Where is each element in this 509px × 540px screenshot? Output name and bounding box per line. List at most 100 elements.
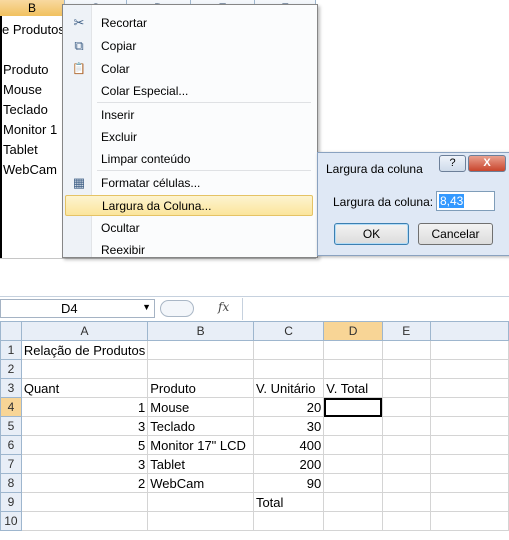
menu-item-colar[interactable]: 📋 Colar [65,59,313,80]
active-cell[interactable] [323,397,383,417]
column-header[interactable]: A [20,321,149,341]
cell[interactable] [381,416,431,436]
row-header[interactable]: 6 [0,435,22,455]
cell[interactable]: 3 [20,454,149,474]
cell[interactable]: Mouse [147,397,254,417]
cell[interactable] [381,511,431,531]
row-header[interactable]: 9 [0,492,22,512]
cell[interactable] [323,340,383,360]
row-header[interactable]: 7 [0,454,22,474]
cell[interactable] [323,416,383,436]
cell[interactable]: 2 [20,473,149,493]
column-header[interactable]: C [252,321,325,341]
cell[interactable]: 20 [252,397,325,417]
cell[interactable]: 5 [20,435,149,455]
cell[interactable]: Tablet [147,454,254,474]
column-header[interactable]: B [147,321,254,341]
cell[interactable]: 90 [252,473,325,493]
cell[interactable] [381,473,431,493]
column-header[interactable] [429,321,509,341]
cell[interactable]: Teclado [147,416,254,436]
column-header[interactable]: E [381,321,431,341]
cell-b5[interactable]: Teclado [3,101,48,119]
cell[interactable] [381,340,431,360]
cell[interactable]: 400 [252,435,325,455]
cell[interactable]: 3 [20,416,149,436]
row-header[interactable]: 2 [0,359,22,379]
help-button[interactable]: ? [439,155,466,172]
cell[interactable]: Produto [147,378,254,398]
cell[interactable]: 30 [252,416,325,436]
cell[interactable]: V. Total [323,378,383,398]
cell-b7[interactable]: Tablet [3,141,38,159]
cell[interactable] [20,511,149,531]
cell[interactable] [429,473,509,493]
cancel-button[interactable]: Cancelar [418,223,493,245]
cell[interactable]: Monitor 17" LCD [147,435,254,455]
cell[interactable] [429,359,509,379]
menu-item-reexibir[interactable]: Reexibir [65,240,313,261]
cell[interactable] [381,359,431,379]
cell[interactable] [252,340,325,360]
cell[interactable] [20,492,149,512]
column-header[interactable]: D [323,321,383,341]
cell[interactable] [20,359,149,379]
cell[interactable] [147,511,254,531]
cell-b3[interactable]: Produto [3,61,49,79]
cell[interactable] [381,435,431,455]
cell[interactable] [147,359,254,379]
row-header[interactable]: 3 [0,378,22,398]
menu-item-copiar[interactable]: ⧉ Copiar [65,36,313,57]
cell[interactable] [323,511,383,531]
row-header[interactable]: 8 [0,473,22,493]
select-all-corner[interactable] [0,321,22,341]
cell[interactable] [381,378,431,398]
row-header[interactable]: 1 [0,340,22,360]
column-width-input[interactable]: 8,43 [436,191,495,211]
chevron-down-icon[interactable]: ▼ [142,302,151,312]
cell[interactable]: WebCam [147,473,254,493]
row-header[interactable]: 4 [0,397,22,417]
row-header[interactable]: 10 [0,511,22,531]
menu-item-largura-da-coluna[interactable]: Largura da Coluna... [65,195,313,216]
cell[interactable] [147,340,254,360]
cell[interactable] [429,435,509,455]
formula-bar-expand-handle[interactable] [160,300,194,317]
cell[interactable] [429,340,509,360]
cell[interactable] [323,435,383,455]
cell-b4[interactable]: Mouse [3,81,42,99]
cell[interactable]: V. Unitário [252,378,325,398]
cell[interactable] [147,492,254,512]
cell[interactable] [252,359,325,379]
menu-item-limpar-conteudo[interactable]: Limpar conteúdo [65,149,313,170]
selected-column-b[interactable]: e Produtos Produto Mouse Teclado Monitor… [0,16,65,258]
menu-item-recortar[interactable]: ✂ Recortar [65,13,313,34]
cell[interactable] [381,454,431,474]
cell[interactable]: Relação de Produtos [20,340,149,360]
cell[interactable] [429,378,509,398]
cell[interactable] [323,492,383,512]
cell[interactable]: 200 [252,454,325,474]
cell[interactable] [429,511,509,531]
menu-item-colar-especial[interactable]: Colar Especial... [65,81,313,102]
row-header[interactable]: 5 [0,416,22,436]
cell[interactable]: 1 [20,397,149,417]
menu-item-excluir[interactable]: Excluir [65,127,313,148]
menu-item-inserir[interactable]: Inserir [65,105,313,126]
column-header-b[interactable]: B [0,0,65,16]
cell-b1[interactable]: e Produtos [2,21,65,39]
cell[interactable] [323,359,383,379]
cell[interactable] [429,454,509,474]
menu-item-ocultar[interactable]: Ocultar [65,218,313,239]
cell[interactable]: Quant [20,378,149,398]
cell[interactable]: Total [252,492,325,512]
menu-item-formatar-celulas[interactable]: ▦ Formatar células... [65,173,313,194]
cell[interactable] [252,511,325,531]
ok-button[interactable]: OK [334,223,409,245]
close-button[interactable]: X [468,155,506,172]
insert-function-icon[interactable]: fx [218,300,229,314]
cell[interactable] [381,492,431,512]
cell[interactable] [381,397,431,417]
cell-b8[interactable]: WebCam [3,161,57,179]
cell[interactable] [323,454,383,474]
